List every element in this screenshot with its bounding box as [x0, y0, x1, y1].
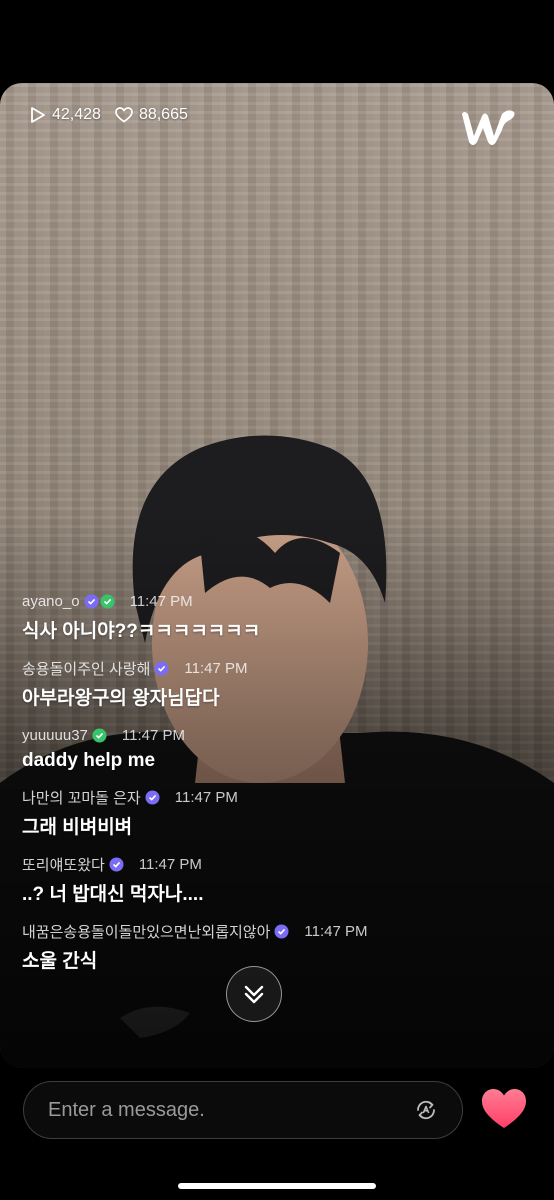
chat-username[interactable]: 송용돌이주인 사랑해 — [22, 658, 150, 679]
chat-message: 나만의 꼬마돌 은자 11:47 PM 그래 비벼비벼 — [22, 786, 462, 839]
chat-message: 내꿈은송용돌이돌만있으면난외롭지않아 11:47 PM 소울 간식 — [22, 920, 462, 973]
chat-time: 11:47 PM — [184, 659, 248, 677]
chat-time: 11:47 PM — [138, 855, 202, 873]
scroll-to-latest-button[interactable] — [226, 966, 282, 1022]
chat-text: 식사 아니야??ㅋㅋㅋㅋㅋㅋㅋ — [22, 621, 261, 642]
chat-username[interactable]: 또리얘또왔다 — [22, 854, 105, 875]
view-count: 42,428 — [30, 106, 101, 124]
chat-message: yuuuuu37 11:47 PM daddy help me — [22, 724, 462, 772]
heart-like-button[interactable] — [480, 1087, 528, 1131]
purple-shield-badge-icon — [154, 661, 169, 675]
chat-username[interactable]: ayano_o — [22, 593, 80, 610]
chat-text: daddy help me — [22, 750, 156, 771]
heart-outline-icon — [115, 107, 133, 123]
translate-icon[interactable] — [414, 1098, 438, 1122]
chat-username[interactable]: 나만의 꼬마돌 은자 — [22, 787, 141, 808]
chat-username[interactable]: yuuuuu37 — [22, 727, 88, 744]
purple-shield-badge-icon — [145, 790, 160, 804]
chat-time: 11:47 PM — [304, 922, 368, 940]
message-input-container[interactable] — [23, 1081, 463, 1139]
like-count-value: 88,665 — [138, 106, 188, 123]
chat-message: 송용돌이주인 사랑해 11:47 PM 아부라왕구의 왕자님답다 — [22, 657, 462, 710]
chat-time: 11:47 PM — [174, 788, 238, 806]
chat-message: 또리얘또왔다 11:47 PM ..? 너 밥대신 먹자나.... — [22, 853, 462, 906]
chat-time: 11:47 PM — [129, 592, 193, 610]
chat-text: ..? 너 밥대신 먹자나.... — [22, 884, 204, 905]
chat-text: 그래 비벼비벼 — [22, 817, 133, 838]
chat-message: ayano_o 11:47 PM 식사 아니야??ㅋㅋㅋㅋㅋㅋㅋ — [22, 590, 462, 643]
chat-username[interactable]: 내꿈은송용돌이돌만있으면난외롭지않아 — [22, 921, 270, 942]
double-chevron-down-icon — [244, 985, 264, 1004]
message-input[interactable] — [46, 1082, 390, 1139]
live-stats: 42,428 88,665 — [30, 106, 188, 124]
green-shield-badge-icon — [92, 728, 107, 742]
purple-shield-badge-icon — [109, 857, 124, 871]
chat-list[interactable]: ayano_o 11:47 PM 식사 아니야??ㅋㅋㅋㅋㅋㅋㅋ 송용돌이주인 … — [22, 590, 462, 987]
chat-time: 11:47 PM — [121, 726, 185, 744]
weverse-w-icon — [462, 110, 515, 145]
green-shield-badge-icon — [100, 594, 115, 608]
like-count: 88,665 — [115, 106, 188, 124]
view-count-value: 42,428 — [52, 106, 101, 123]
play-icon — [31, 107, 45, 123]
home-indicator[interactable] — [178, 1183, 376, 1189]
chat-text: 아부라왕구의 왕자님답다 — [22, 688, 220, 709]
purple-shield-badge-icon — [274, 924, 289, 938]
purple-shield-badge-icon — [84, 594, 99, 608]
